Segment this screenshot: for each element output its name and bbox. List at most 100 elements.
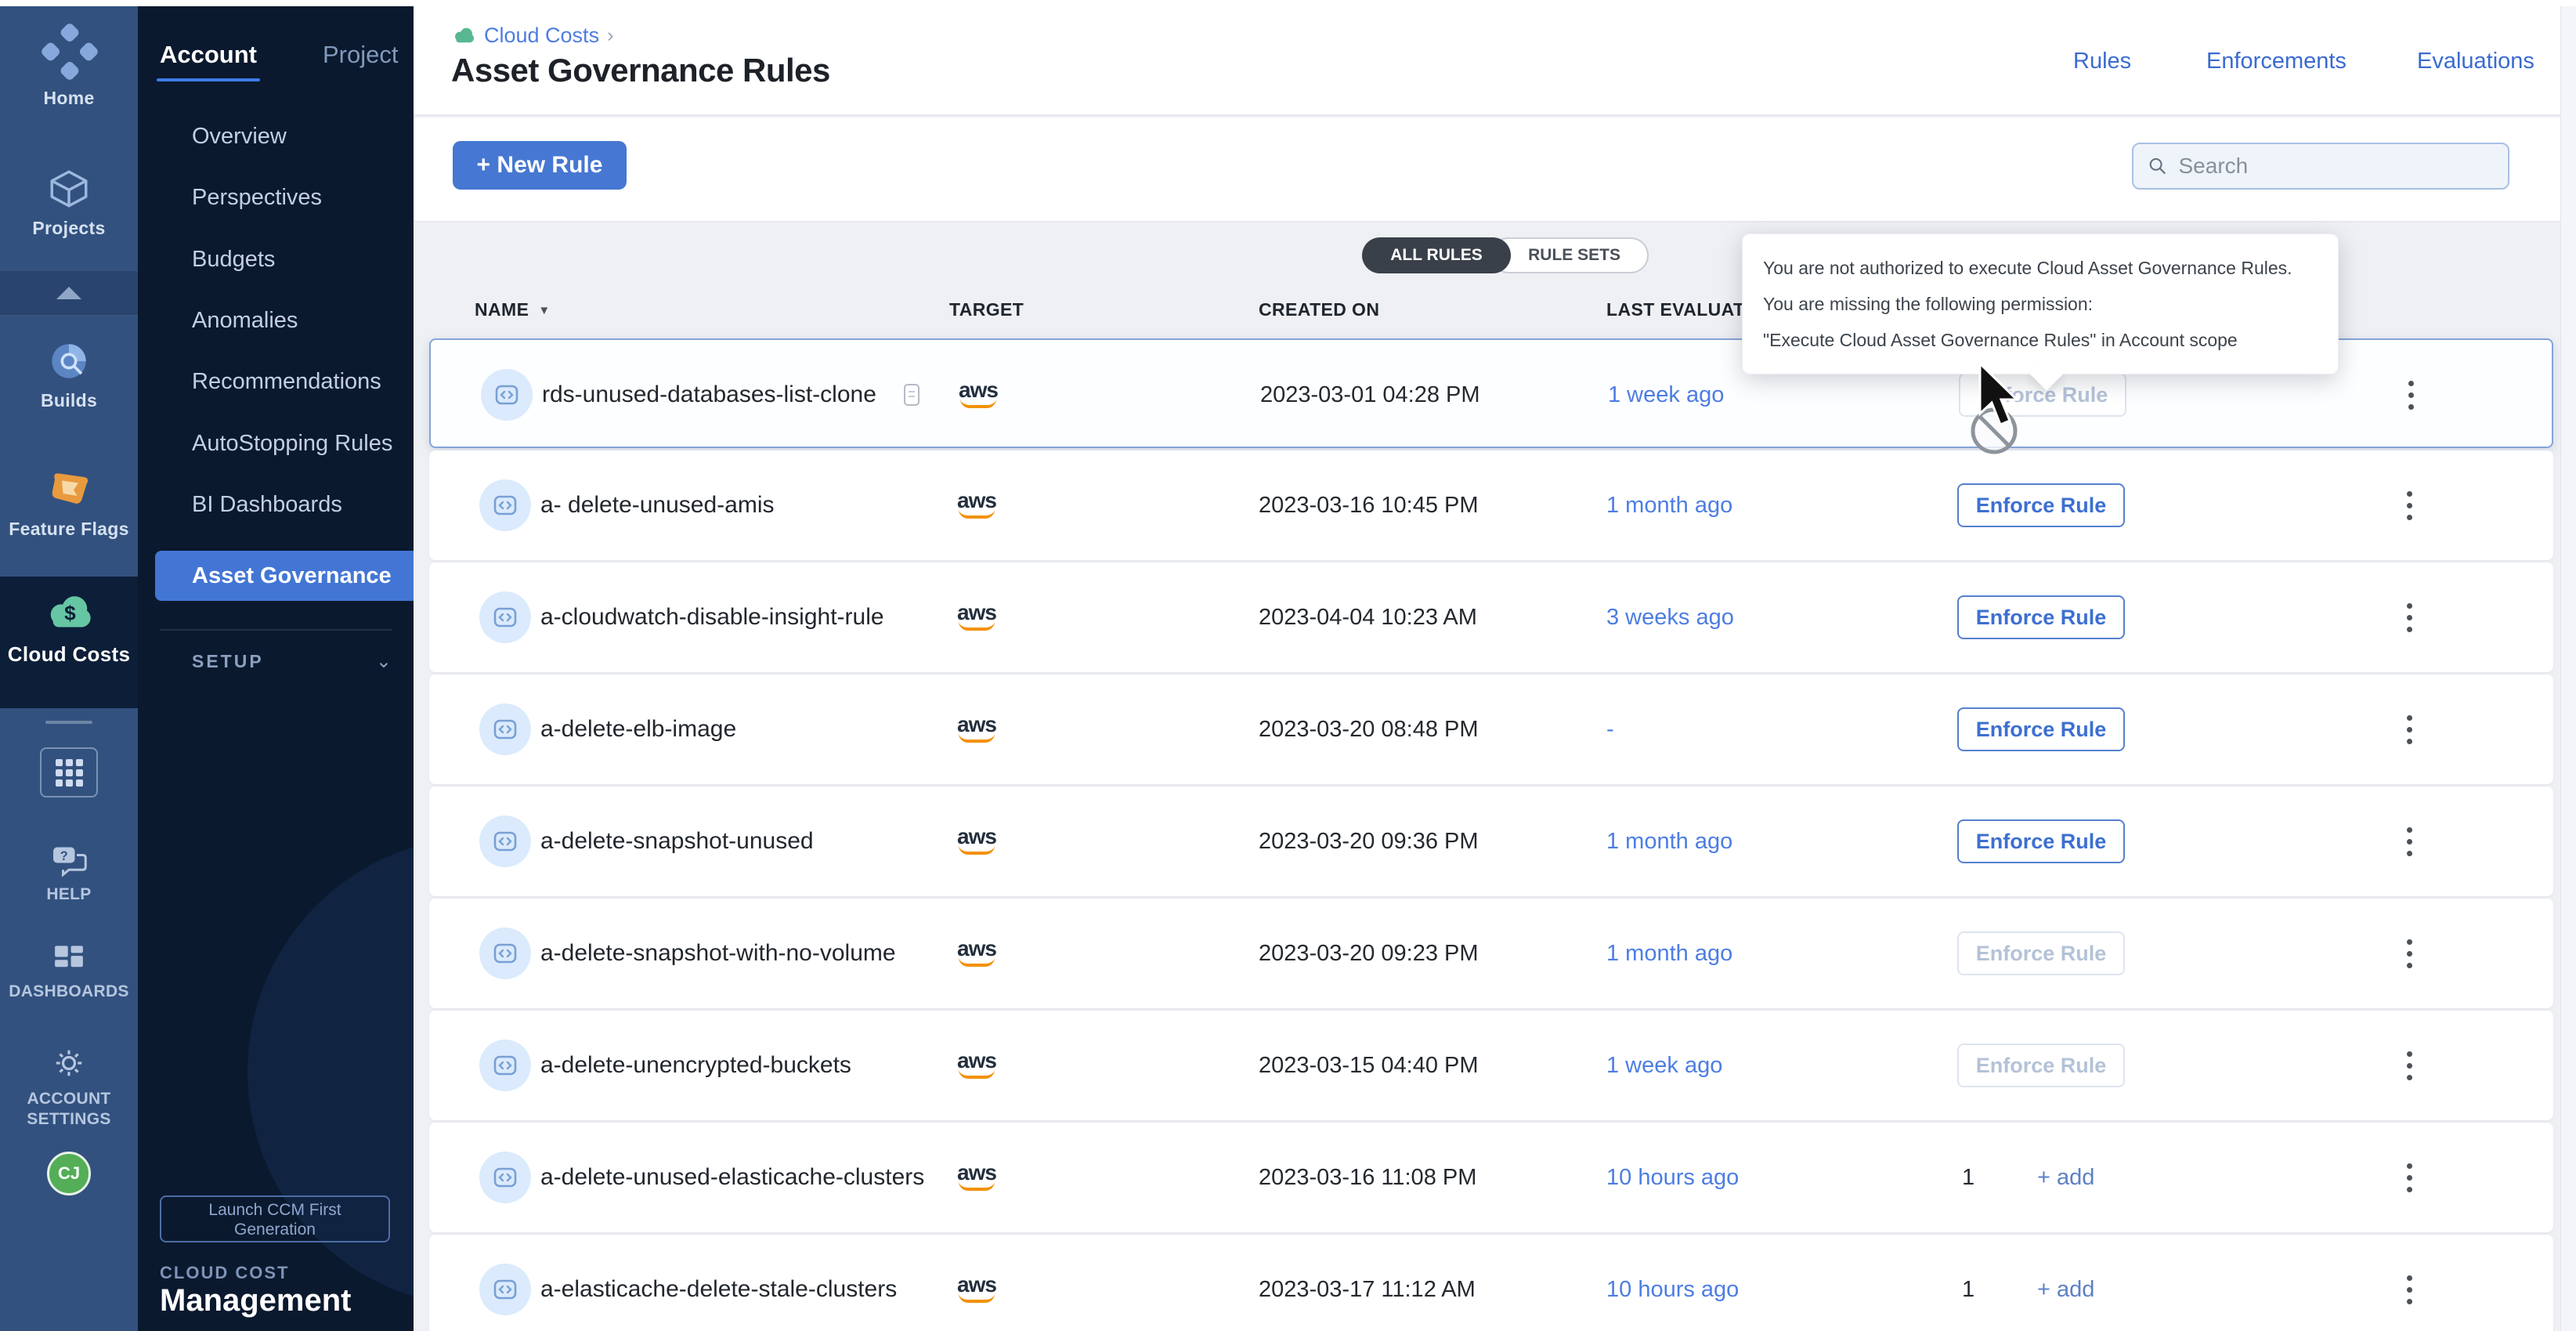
rule-name[interactable]: a-delete-snapshot-with-no-volume xyxy=(540,899,896,1008)
sidebar-item-feature-flags[interactable]: Feature Flags xyxy=(0,465,138,540)
rule-name[interactable]: a-delete-snapshot-unused xyxy=(540,787,814,896)
add-enforcement-link[interactable]: + add xyxy=(2037,1235,2094,1331)
rule-name-text: a-delete-elb-image xyxy=(540,716,736,743)
last-evaluation-link[interactable]: 10 hours ago xyxy=(1606,1123,1739,1232)
row-menu-button[interactable] xyxy=(2392,1011,2426,1120)
search-input[interactable] xyxy=(2179,154,2495,179)
enforce-rule-button[interactable]: Enforce Rule xyxy=(1957,483,2125,527)
column-header-target: TARGET xyxy=(949,299,1024,320)
nav-item-budgets[interactable]: Budgets xyxy=(192,247,275,273)
feature-flags-icon xyxy=(45,465,92,512)
rule-name[interactable]: a-delete-unused-elasticache-clusters xyxy=(540,1123,924,1232)
sidebar-item-cloud-costs[interactable]: $ Cloud Costs xyxy=(0,591,138,667)
nav-item-anomalies[interactable]: Anomalies xyxy=(192,308,298,334)
sidebar-item-label: HELP xyxy=(0,885,138,904)
scrollbar-track[interactable] xyxy=(2560,6,2576,1331)
enforce-rule-button[interactable]: Enforce Rule xyxy=(1957,595,2125,639)
last-evaluation-link[interactable]: 3 weeks ago xyxy=(1606,562,1734,672)
last-evaluation-link[interactable]: - xyxy=(1606,675,1614,784)
module-picker-button[interactable] xyxy=(40,747,98,798)
link-rules[interactable]: Rules xyxy=(2073,49,2131,74)
rule-name[interactable]: rds-unused-databases-list-clone xyxy=(542,340,922,450)
toggle-rule-sets[interactable]: RULE SETS xyxy=(1490,237,1649,273)
last-evaluation-link[interactable]: 1 week ago xyxy=(1608,340,1724,450)
rule-icon-badge xyxy=(479,591,531,643)
sidebar-item-projects[interactable]: Projects xyxy=(0,166,138,239)
sort-caret-icon: ▼ xyxy=(538,304,550,317)
last-evaluation-link[interactable]: 1 week ago xyxy=(1606,1011,1722,1120)
tab-account[interactable]: Account xyxy=(160,41,257,69)
add-enforcement-link[interactable]: + add xyxy=(2037,1123,2094,1232)
table-row[interactable]: a-delete-snapshot-with-no-volumeaws2023-… xyxy=(429,899,2553,1008)
nav-item-bi-dashboards[interactable]: BI Dashboards xyxy=(192,492,342,518)
table-row[interactable]: a-elasticache-delete-stale-clustersaws20… xyxy=(429,1235,2553,1331)
last-evaluation-link[interactable]: 1 month ago xyxy=(1606,450,1732,560)
table-row[interactable]: a-delete-elb-imageaws2023-03-20 08:48 PM… xyxy=(429,675,2553,784)
rule-icon-badge xyxy=(479,703,531,755)
toggle-all-rules[interactable]: ALL RULES xyxy=(1362,237,1511,273)
table-row[interactable]: a-delete-unencrypted-bucketsaws2023-03-1… xyxy=(429,1011,2553,1120)
rule-name[interactable]: a-delete-unencrypted-buckets xyxy=(540,1011,851,1120)
row-menu-button[interactable] xyxy=(2392,1235,2426,1331)
row-menu-button[interactable] xyxy=(2392,1123,2426,1232)
rule-name[interactable]: a- delete-unused-amis xyxy=(540,450,775,560)
breadcrumb-link-cloud-costs[interactable]: Cloud Costs xyxy=(484,24,599,48)
created-on-cell: 2023-03-16 10:45 PM xyxy=(1259,450,1479,560)
link-enforcements[interactable]: Enforcements xyxy=(2206,49,2347,74)
aws-smile-icon xyxy=(959,509,995,519)
enforce-rule-button[interactable]: Enforce Rule xyxy=(1957,931,2125,975)
aws-logo-icon: aws xyxy=(959,382,998,399)
last-evaluation-link[interactable]: 1 month ago xyxy=(1606,899,1732,1008)
dashboards-icon xyxy=(51,942,87,976)
table-row[interactable]: a-delete-unused-elasticache-clustersaws2… xyxy=(429,1123,2553,1232)
mouse-cursor xyxy=(1956,359,2050,472)
new-rule-button[interactable]: + New Rule xyxy=(453,141,627,190)
table-row[interactable]: a-cloudwatch-disable-insight-rule aws 2023… xyxy=(429,562,2553,672)
rule-name[interactable]: a-elasticache-delete-stale-clusters xyxy=(540,1235,897,1331)
nav-item-asset-governance[interactable]: Asset Governance xyxy=(155,551,414,601)
rule-name-text: a- delete-unused-amis xyxy=(540,492,775,519)
sidebar-item-account-settings[interactable]: ACCOUNT SETTINGS xyxy=(0,1043,138,1130)
search-box[interactable] xyxy=(2132,143,2509,190)
nav-item-autostopping-rules[interactable]: AutoStopping Rules xyxy=(192,431,392,457)
row-menu-button[interactable] xyxy=(2392,562,2426,672)
nav-item-perspectives[interactable]: Perspectives xyxy=(192,185,322,211)
link-evaluations[interactable]: Evaluations xyxy=(2417,49,2534,74)
row-menu-button[interactable] xyxy=(2392,899,2426,1008)
rule-name-text: a-delete-snapshot-with-no-volume xyxy=(540,940,896,967)
rail-scroll-up[interactable] xyxy=(0,270,138,316)
nav-setup-section[interactable]: SETUP ⌄ xyxy=(192,650,392,673)
rule-name[interactable]: a-cloudwatch-disable-insight-rule xyxy=(540,562,884,672)
last-evaluation-link[interactable]: 1 month ago xyxy=(1606,787,1732,896)
svg-text:$: $ xyxy=(64,602,76,625)
sidebar-item-label: DASHBOARDS xyxy=(0,982,138,1001)
row-menu-button[interactable] xyxy=(2392,450,2426,560)
nav-item-overview[interactable]: Overview xyxy=(192,124,287,150)
enforce-rule-button[interactable]: Enforce Rule xyxy=(1957,1043,2125,1087)
created-on-cell: 2023-04-04 10:23 AM xyxy=(1259,562,1477,672)
rule-name[interactable]: a-delete-elb-image xyxy=(540,675,736,784)
enforcement-count: 1 xyxy=(1962,1123,1974,1232)
tab-project[interactable]: Project xyxy=(323,41,398,69)
sidebar-item-help[interactable]: ? HELP xyxy=(0,843,138,904)
enforce-rule-button[interactable]: Enforce Rule xyxy=(1957,819,2125,863)
permission-tooltip: You are not authorized to execute Cloud … xyxy=(1742,233,2339,374)
column-header-name[interactable]: NAME▼ xyxy=(475,299,551,320)
nav-item-recommendations[interactable]: Recommendations xyxy=(192,369,381,395)
last-evaluation-link[interactable]: 10 hours ago xyxy=(1606,1235,1739,1331)
sidebar-item-builds[interactable]: Builds xyxy=(0,338,138,411)
product-title: Management xyxy=(160,1283,352,1318)
sidebar-item-dashboards[interactable]: DASHBOARDS xyxy=(0,942,138,1001)
launch-ccm-first-gen-button[interactable]: Launch CCM First Generation xyxy=(160,1195,390,1242)
sidebar-item-home[interactable]: Home xyxy=(0,20,138,109)
sidebar-item-label: Builds xyxy=(0,390,138,411)
table-row[interactable]: a-delete-snapshot-unusedaws2023-03-20 09… xyxy=(429,787,2553,896)
row-menu-button[interactable] xyxy=(2392,787,2426,896)
table-row[interactable]: a- delete-unused-amisaws2023-03-16 10:45… xyxy=(429,450,2553,560)
enforce-rule-button[interactable]: Enforce Rule xyxy=(1957,707,2125,751)
copy-icon[interactable] xyxy=(901,382,922,407)
row-menu-button[interactable] xyxy=(2394,340,2428,450)
row-menu-button[interactable] xyxy=(2392,675,2426,784)
user-avatar[interactable]: CJ xyxy=(47,1152,91,1195)
aws-logo-icon: aws xyxy=(957,604,996,621)
